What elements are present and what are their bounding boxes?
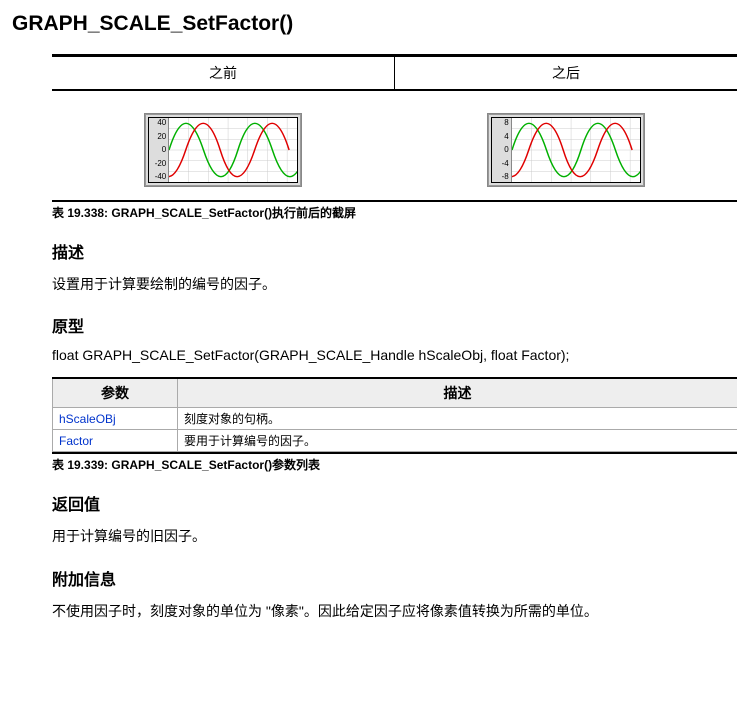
heading-return: 返回值 bbox=[12, 491, 737, 515]
table-caption-2: 表 19.339: GRAPH_SCALE_SetFactor()参数列表 bbox=[52, 452, 737, 473]
page-title: GRAPH_SCALE_SetFactor() bbox=[12, 12, 737, 36]
chart-after: 8 4 0 -4 -8 bbox=[487, 113, 645, 187]
chart-before-yticks: 40 20 0 -20 -40 bbox=[149, 118, 169, 182]
param-row: hScaleOBj 刻度对象的句柄。 bbox=[53, 408, 737, 430]
chart-before: 40 20 0 -20 -40 bbox=[144, 113, 302, 187]
param-desc: 刻度对象的句柄。 bbox=[178, 408, 737, 430]
params-col-name: 参数 bbox=[53, 378, 178, 408]
param-name: Factor bbox=[53, 430, 178, 452]
chart-after-yticks: 8 4 0 -4 -8 bbox=[492, 118, 512, 182]
param-name: hScaleOBj bbox=[53, 408, 178, 430]
col-after: 之后 bbox=[395, 56, 737, 91]
return-text: 用于计算编号的旧因子。 bbox=[12, 525, 737, 547]
addinfo-text: 不使用因子时，刻度对象的单位为 "像素"。因此给定因子应将像素值转换为所需的单位… bbox=[12, 600, 737, 622]
params-table: 参数 描述 hScaleOBj 刻度对象的句柄。 Factor 要用于计算编号的… bbox=[52, 377, 737, 452]
table-caption-1: 表 19.338: GRAPH_SCALE_SetFactor()执行前后的截屏 bbox=[52, 200, 737, 221]
params-col-desc: 描述 bbox=[178, 378, 737, 408]
chart-after-plot bbox=[512, 118, 640, 182]
col-before: 之前 bbox=[52, 56, 395, 91]
chart-before-plot bbox=[169, 118, 297, 182]
heading-prototype: 原型 bbox=[12, 313, 737, 337]
before-after-table: 之前 之后 40 20 0 -20 -40 bbox=[52, 54, 737, 196]
param-row: Factor 要用于计算编号的因子。 bbox=[53, 430, 737, 452]
heading-addinfo: 附加信息 bbox=[12, 566, 737, 590]
param-desc: 要用于计算编号的因子。 bbox=[178, 430, 737, 452]
description-text: 设置用于计算要绘制的编号的因子。 bbox=[12, 273, 737, 295]
heading-description: 描述 bbox=[12, 239, 737, 263]
prototype-text: float GRAPH_SCALE_SetFactor(GRAPH_SCALE_… bbox=[12, 347, 737, 363]
